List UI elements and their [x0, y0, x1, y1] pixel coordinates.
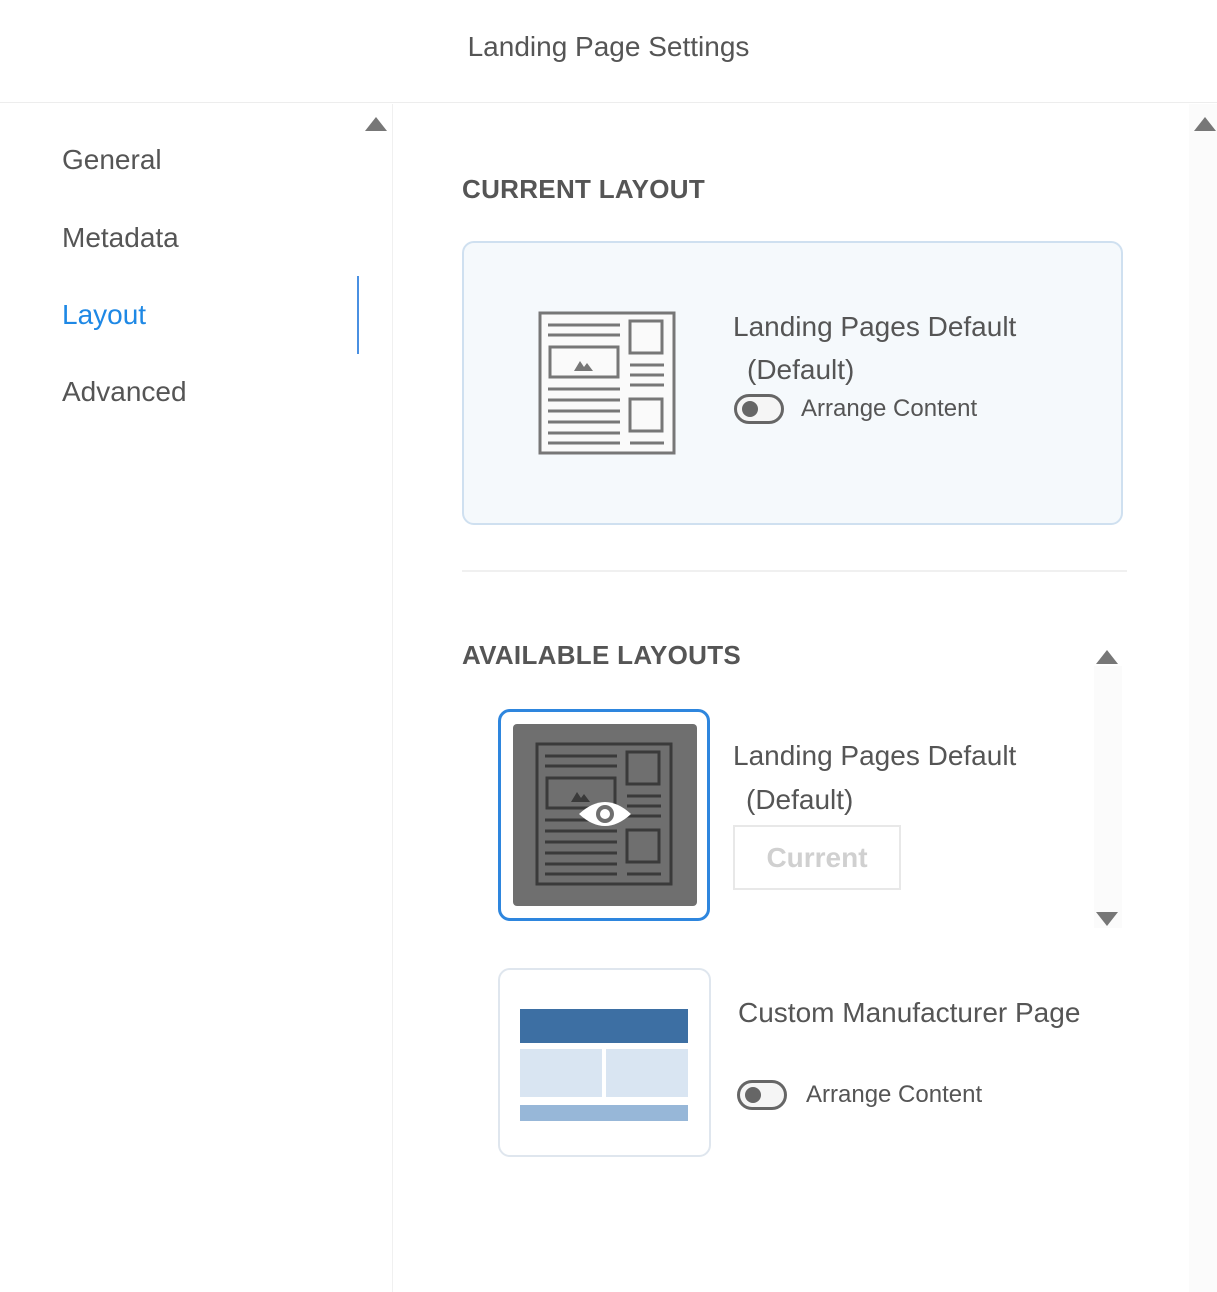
toggle-knob [742, 401, 758, 417]
current-layout-name: Landing Pages Default [733, 311, 1017, 342]
current-arrange-content-toggle[interactable] [734, 394, 784, 424]
available-layout-name-2: Custom Manufacturer Page [738, 997, 1081, 1028]
layout-thumbnail-preview [513, 724, 697, 906]
current-layout-button[interactable]: Current [733, 825, 901, 890]
current-layout-heading: CURRENT LAYOUT [462, 174, 706, 204]
available-layout-name-1: Landing Pages Default [733, 740, 1017, 771]
sidebar-item-general[interactable]: General [62, 144, 162, 176]
available-layouts-heading: AVAILABLE LAYOUTS [462, 640, 742, 670]
sidebar-item-layout[interactable]: Layout [62, 299, 146, 331]
custom-arrange-content-toggle[interactable] [737, 1080, 787, 1110]
available-scroll-up-icon[interactable] [1096, 650, 1118, 664]
custom-arrange-content-label: Arrange Content [806, 1081, 983, 1108]
eye-icon[interactable] [577, 796, 633, 832]
main-scrollbar[interactable] [1189, 104, 1217, 1292]
page-layout-icon [538, 311, 676, 455]
settings-sidebar: General Metadata Layout Advanced [0, 104, 393, 1292]
current-layout-card: Landing Pages Default (Default) Arrange … [462, 241, 1123, 525]
layout-thumbnail-custom-manufacturer[interactable] [498, 968, 711, 1157]
main-scroll-up-icon[interactable] [1194, 117, 1216, 131]
dialog-header: Landing Page Settings [0, 0, 1217, 103]
available-layout-default-tag-1: (Default) [746, 784, 854, 815]
sidebar-item-advanced[interactable]: Advanced [62, 376, 187, 408]
toggle-knob [745, 1087, 761, 1103]
layout-settings-panel: CURRENT LAYOUT Landing Pages Default (De… [394, 104, 1187, 1292]
current-arrange-content-label: Arrange Content [801, 395, 978, 422]
page-title: Landing Page Settings [467, 31, 750, 62]
active-nav-indicator [357, 276, 359, 354]
available-scroll-down-icon[interactable] [1096, 912, 1118, 926]
section-divider [462, 570, 1127, 572]
current-layout-default-tag: (Default) [747, 354, 855, 385]
sidebar-item-metadata[interactable]: Metadata [62, 222, 179, 254]
custom-page-layout-icon [520, 1009, 688, 1121]
sidebar-scroll-up-icon[interactable] [365, 117, 387, 131]
available-layouts-scrollbar[interactable] [1094, 650, 1122, 928]
layout-thumbnail-landing-default[interactable] [498, 709, 710, 921]
